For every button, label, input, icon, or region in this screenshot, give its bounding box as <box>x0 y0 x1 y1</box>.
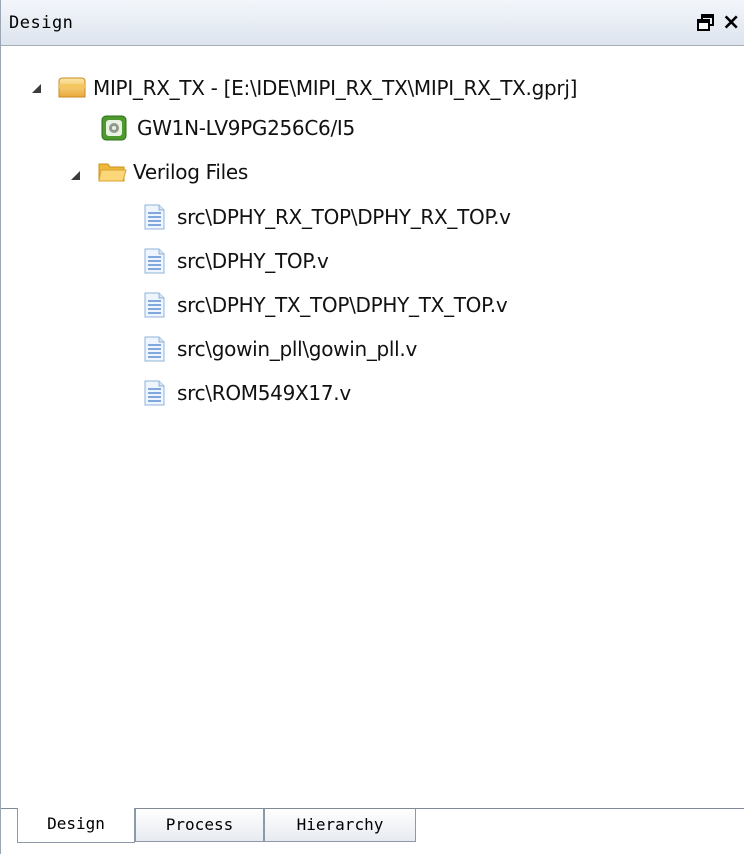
tree-node-file[interactable]: src\DPHY_RX_TOP\DPHY_RX_TOP.v <box>141 202 511 232</box>
tab-hierarchy[interactable]: Hierarchy <box>264 809 416 842</box>
close-icon[interactable]: × <box>722 12 744 34</box>
tree-node-label: src\DPHY_RX_TOP\DPHY_RX_TOP.v <box>177 205 511 229</box>
tree-node-label: src\DPHY_TX_TOP\DPHY_TX_TOP.v <box>177 293 508 317</box>
verilog-file-icon <box>141 380 169 406</box>
expand-arrow-icon[interactable] <box>71 171 80 180</box>
chip-icon <box>101 115 129 141</box>
tree-node-device[interactable]: GW1N-LV9PG256C6/I5 <box>101 113 355 143</box>
tab-design[interactable]: Design <box>17 808 135 843</box>
folder-icon <box>97 159 127 185</box>
expand-arrow-icon[interactable] <box>32 84 41 93</box>
tree-node-label: src\DPHY_TOP.v <box>177 249 329 273</box>
project-icon <box>57 75 86 101</box>
design-panel: Design × MIPI_RX_TX - [E:\IDE\MIPI_RX_TX… <box>0 0 744 854</box>
panel-tabstrip: Design Process Hierarchy <box>1 808 744 854</box>
tree-node-label: src\gowin_pll\gowin_pll.v <box>177 337 418 361</box>
tree-node-label: src\ROM549X17.v <box>177 381 351 405</box>
panel-titlebar[interactable]: Design × <box>1 0 744 46</box>
tree-node-label: Verilog Files <box>133 160 249 184</box>
tab-process[interactable]: Process <box>135 809 264 842</box>
tree-node-file[interactable]: src\ROM549X17.v <box>141 378 351 408</box>
tree-node-folder[interactable]: Verilog Files <box>97 157 248 187</box>
verilog-file-icon <box>141 292 169 318</box>
restore-window-icon[interactable] <box>697 14 715 32</box>
tree-node-file[interactable]: src\gowin_pll\gowin_pll.v <box>141 334 417 364</box>
tree-node-project[interactable]: MIPI_RX_TX - [E:\IDE\MIPI_RX_TX\MIPI_RX_… <box>57 73 577 103</box>
panel-title: Design <box>9 13 74 33</box>
tree-node-file[interactable]: src\DPHY_TX_TOP\DPHY_TX_TOP.v <box>141 290 508 320</box>
verilog-file-icon <box>141 204 169 230</box>
verilog-file-icon <box>141 248 169 274</box>
tree-node-label: GW1N-LV9PG256C6/I5 <box>137 116 355 140</box>
tree-node-file[interactable]: src\DPHY_TOP.v <box>141 246 329 276</box>
verilog-file-icon <box>141 336 169 362</box>
design-tree: MIPI_RX_TX - [E:\IDE\MIPI_RX_TX\MIPI_RX_… <box>1 46 744 808</box>
tree-node-label: MIPI_RX_TX - [E:\IDE\MIPI_RX_TX\MIPI_RX_… <box>93 76 578 100</box>
